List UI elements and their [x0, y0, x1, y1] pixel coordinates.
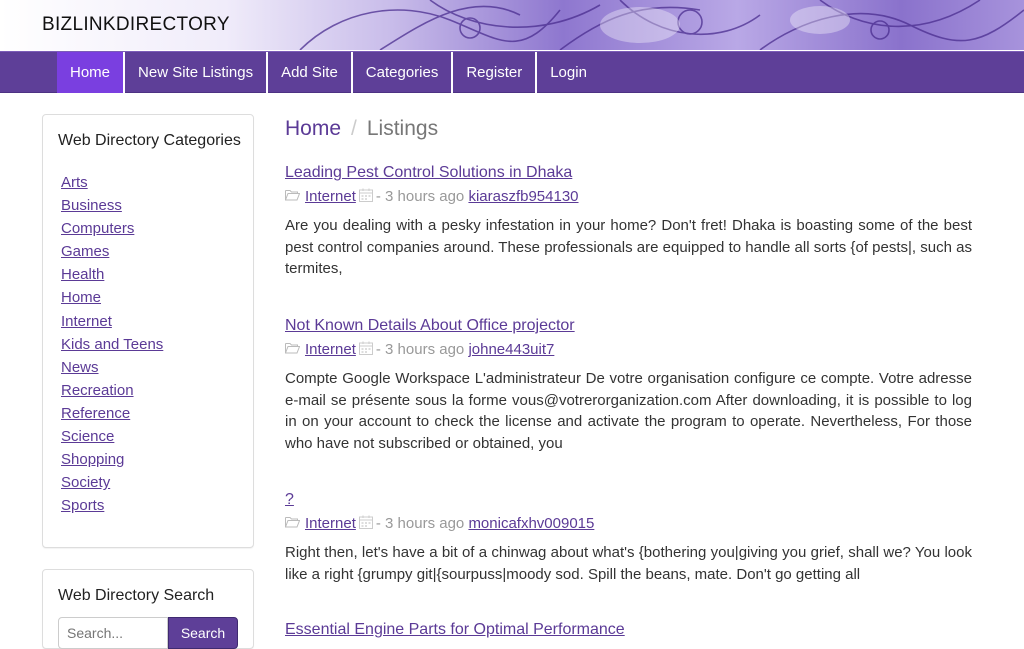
- category-link-recreation[interactable]: Recreation: [61, 382, 134, 399]
- listing-description: Right then, let's have a bit of a chinwa…: [285, 544, 972, 583]
- category-link-sports[interactable]: Sports: [61, 497, 104, 514]
- breadcrumb-current: Listings: [366, 117, 439, 140]
- listing-item: ? Internet - 3 hours ago monicafxhv00901…: [285, 490, 972, 585]
- listing-title-link[interactable]: Essential Engine Parts for Optimal Perfo…: [285, 620, 625, 640]
- nav-login[interactable]: Login: [537, 52, 600, 93]
- listing-title-link[interactable]: Not Known Details About Office projector: [285, 316, 575, 336]
- category-link-reference[interactable]: Reference: [61, 405, 130, 422]
- category-item: Arts: [61, 171, 163, 194]
- listing-user-link[interactable]: monicafxhv009015: [468, 515, 594, 533]
- category-link-computers[interactable]: Computers: [61, 220, 134, 237]
- listing-title-link[interactable]: Leading Pest Control Solutions in Dhaka: [285, 163, 572, 183]
- category-item: Computers: [61, 217, 163, 240]
- folder-icon: [285, 341, 301, 359]
- listing-user-link[interactable]: johne443uit7: [468, 341, 554, 359]
- category-item: Internet: [61, 310, 163, 333]
- listing-description: Are you dealing with a pesky infestation…: [285, 217, 972, 277]
- breadcrumb: Home / Listings: [285, 117, 438, 141]
- category-item: Society: [61, 471, 163, 494]
- listing-item: Leading Pest Control Solutions in Dhaka …: [285, 163, 972, 280]
- main-navbar: Home New Site Listings Add Site Categori…: [0, 51, 1024, 93]
- category-item: Kids and Teens: [61, 333, 163, 356]
- listing-description: Compte Google Workspace L'administrateur…: [285, 370, 972, 452]
- listing-time: - 3 hours ago: [375, 515, 465, 532]
- category-link-science[interactable]: Science: [61, 428, 114, 445]
- listing-title-link[interactable]: ?: [285, 490, 294, 510]
- category-list: Arts Business Computers Games Health Hom…: [61, 171, 163, 517]
- nav-menu: Home New Site Listings Add Site Categori…: [57, 52, 600, 93]
- nav-new-site-listings[interactable]: New Site Listings: [125, 52, 269, 93]
- category-item: Sports: [61, 494, 163, 517]
- search-form: Search: [58, 617, 238, 649]
- category-item: Games: [61, 240, 163, 263]
- listing-item: Essential Engine Parts for Optimal Perfo…: [285, 620, 972, 640]
- category-link-news[interactable]: News: [61, 359, 99, 376]
- category-item: Science: [61, 425, 163, 448]
- nav-add-site[interactable]: Add Site: [268, 52, 353, 93]
- category-link-shopping[interactable]: Shopping: [61, 451, 124, 468]
- search-input[interactable]: [58, 617, 168, 649]
- breadcrumb-separator: /: [351, 117, 357, 140]
- category-link-kids-and-teens[interactable]: Kids and Teens: [61, 336, 163, 353]
- listing-meta: Internet - 3 hours ago monicafxhv009015: [285, 515, 972, 533]
- listing-category-link[interactable]: Internet: [305, 188, 356, 206]
- nav-register[interactable]: Register: [453, 52, 538, 93]
- categories-panel: Web Directory Categories Arts Business C…: [42, 114, 254, 548]
- listing-user-link[interactable]: kiaraszfb954130: [468, 188, 578, 206]
- listing-time: - 3 hours ago: [375, 188, 465, 205]
- search-panel-title: Web Directory Search: [58, 587, 215, 604]
- calendar-icon: [358, 515, 373, 534]
- category-link-society[interactable]: Society: [61, 474, 110, 491]
- listing-meta: Internet - 3 hours ago kiaraszfb954130: [285, 188, 972, 206]
- listing-category-link[interactable]: Internet: [305, 515, 356, 533]
- listing-category-link[interactable]: Internet: [305, 341, 356, 359]
- search-panel: Web Directory Search Search: [42, 569, 254, 649]
- category-link-business[interactable]: Business: [61, 197, 122, 214]
- site-header: BIZLINKDIRECTORY: [0, 0, 1024, 50]
- category-item: Shopping: [61, 448, 163, 471]
- category-item: Reference: [61, 402, 163, 425]
- category-link-arts[interactable]: Arts: [61, 174, 88, 191]
- folder-icon: [285, 515, 301, 533]
- listing-item: Not Known Details About Office projector…: [285, 316, 972, 454]
- category-item: Business: [61, 194, 163, 217]
- category-item: Recreation: [61, 379, 163, 402]
- breadcrumb-home[interactable]: Home: [285, 117, 341, 140]
- listing-meta: Internet - 3 hours ago johne443uit7: [285, 341, 972, 359]
- nav-categories[interactable]: Categories: [353, 52, 454, 93]
- calendar-icon: [358, 341, 373, 360]
- search-button[interactable]: Search: [168, 617, 238, 649]
- site-logo[interactable]: BIZLINKDIRECTORY: [42, 14, 230, 36]
- category-item: Home: [61, 286, 163, 309]
- category-item: News: [61, 356, 163, 379]
- categories-panel-title: Web Directory Categories: [58, 132, 241, 149]
- category-link-internet[interactable]: Internet: [61, 313, 112, 330]
- category-link-health[interactable]: Health: [61, 266, 104, 283]
- calendar-icon: [358, 188, 373, 207]
- category-item: Health: [61, 263, 163, 286]
- listing-time: - 3 hours ago: [375, 341, 465, 358]
- folder-icon: [285, 188, 301, 206]
- category-link-home[interactable]: Home: [61, 289, 101, 306]
- nav-home[interactable]: Home: [57, 52, 126, 93]
- category-link-games[interactable]: Games: [61, 243, 109, 260]
